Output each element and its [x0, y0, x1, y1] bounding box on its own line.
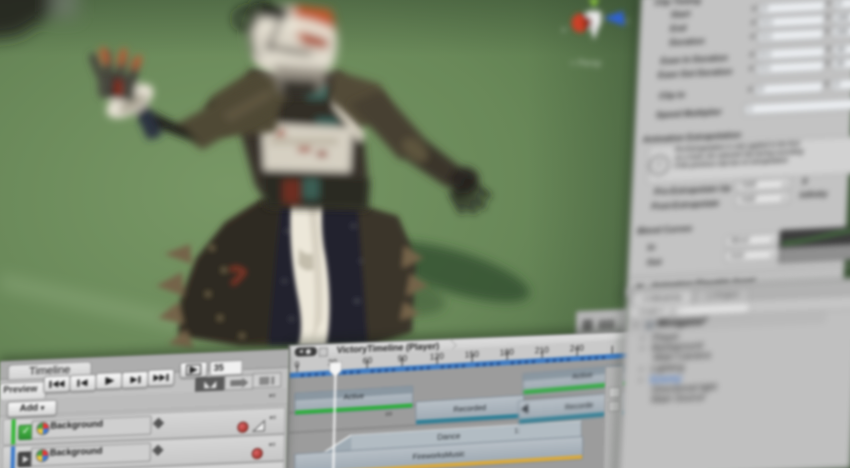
- svg-text:z: z: [627, 18, 631, 25]
- svg-text:x: x: [562, 27, 566, 34]
- svg-text:< Persp: < Persp: [570, 58, 601, 68]
- svg-text:Dance: Dance: [437, 431, 461, 441]
